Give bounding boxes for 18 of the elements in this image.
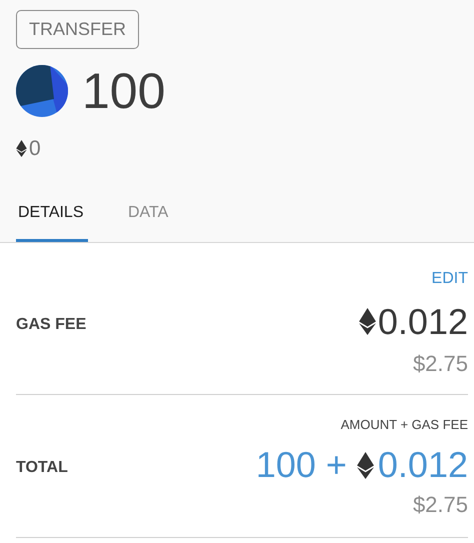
total-caption: AMOUNT + GAS FEE [340,416,468,434]
gas-fee-ether: 0.012 [378,300,468,342]
gas-fee-label: GAS FEE [16,314,86,334]
tab[interactable]: DATA [126,200,198,242]
account-avatar-icon [16,65,68,117]
total-fiat: $2.75 [412,491,468,519]
ethereum-icon [16,140,27,158]
gas-fee-fiat: $2.75 [412,350,468,378]
token-amount: 100 [82,66,166,116]
ether-amount: 0 [29,136,41,162]
total-label: TOTAL [16,458,68,478]
total-token-amount: 100 + [256,444,347,486]
tab[interactable]: DETAILS [16,200,88,242]
edit-link[interactable]: EDIT [432,266,468,290]
ethereum-icon [358,308,376,335]
transaction-type-badge: TRANSFER [16,10,140,49]
total-ether: 0.012 [378,444,468,486]
ethereum-icon [356,452,374,478]
